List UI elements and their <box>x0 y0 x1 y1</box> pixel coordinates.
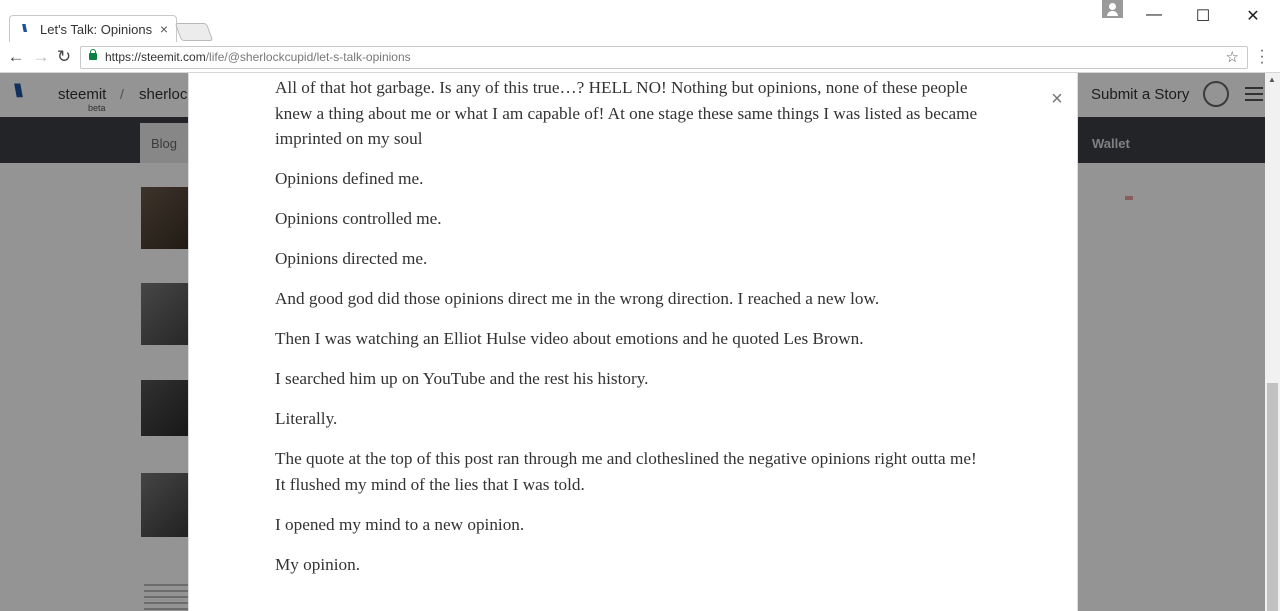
post-modal: × All of that hot garbage. Is any of thi… <box>188 73 1078 611</box>
new-tab-button[interactable] <box>174 23 214 41</box>
post-line: It flushed my mind of the lies that I wa… <box>275 474 585 494</box>
browser-menu-icon[interactable]: · · · <box>1258 43 1266 71</box>
url-host: https://steemit.com <box>105 50 206 64</box>
post-body: All of that hot garbage. Is any of this … <box>275 75 995 592</box>
scrollbar-thumb[interactable] <box>1267 383 1278 611</box>
scroll-up-arrow-icon[interactable]: ▲ <box>1268 75 1276 84</box>
maximize-button[interactable]: ☐ <box>1188 6 1218 26</box>
post-paragraph: Literally. <box>275 409 338 428</box>
post-paragraph: The quote at the top of this post ran th… <box>275 446 995 497</box>
page-scrollbar[interactable]: ▲ <box>1265 73 1280 611</box>
browser-titlebar: \\\ Let's Talk: Opinions × — ☐ ✕ <box>0 0 1280 43</box>
forward-arrow-icon[interactable]: → <box>31 47 51 67</box>
post-paragraph: Then I was watching an Elliot Hulse vide… <box>275 329 864 348</box>
tab-title: Let's Talk: Opinions <box>40 22 153 37</box>
lock-icon <box>89 49 97 60</box>
reload-icon[interactable]: ↻ <box>54 47 74 67</box>
post-paragraph: Opinions directed me. <box>275 249 428 268</box>
browser-toolbar: ← → ↻ https://steemit.com/life/@sherlock… <box>0 42 1280 73</box>
back-arrow-icon[interactable]: ← <box>6 47 26 67</box>
post-paragraph: And good god did those opinions direct m… <box>275 289 880 308</box>
post-paragraph: I opened my mind to a new opinion. <box>275 514 525 534</box>
modal-close-icon[interactable]: × <box>1049 89 1065 109</box>
post-paragraph: All of that hot garbage. Is any of this … <box>275 78 978 148</box>
post-paragraph: Opinions controlled me. <box>275 209 442 228</box>
profile-icon[interactable] <box>1102 0 1123 18</box>
browser-tab[interactable]: \\\ Let's Talk: Opinions × <box>9 15 177 43</box>
tab-close-icon[interactable]: × <box>160 21 168 37</box>
post-line: The quote at the top of this post ran th… <box>275 449 977 468</box>
url-text: https://steemit.com/life/@sherlockcupid/… <box>105 50 411 64</box>
post-paragraph: My opinion. <box>275 554 360 574</box>
post-paragraph: Opinions defined me. <box>275 169 424 188</box>
address-bar[interactable]: https://steemit.com/life/@sherlockcupid/… <box>80 46 1248 69</box>
minimize-button[interactable]: — <box>1139 6 1169 26</box>
close-window-button[interactable]: ✕ <box>1238 6 1268 26</box>
url-path: /life/@sherlockcupid/let-s-talk-opinions <box>205 50 411 64</box>
bookmark-star-icon[interactable]: ☆ <box>1226 48 1239 66</box>
post-paragraph: I searched him up on YouTube and the res… <box>275 369 649 388</box>
steemit-favicon-icon: \\\ <box>22 23 27 35</box>
